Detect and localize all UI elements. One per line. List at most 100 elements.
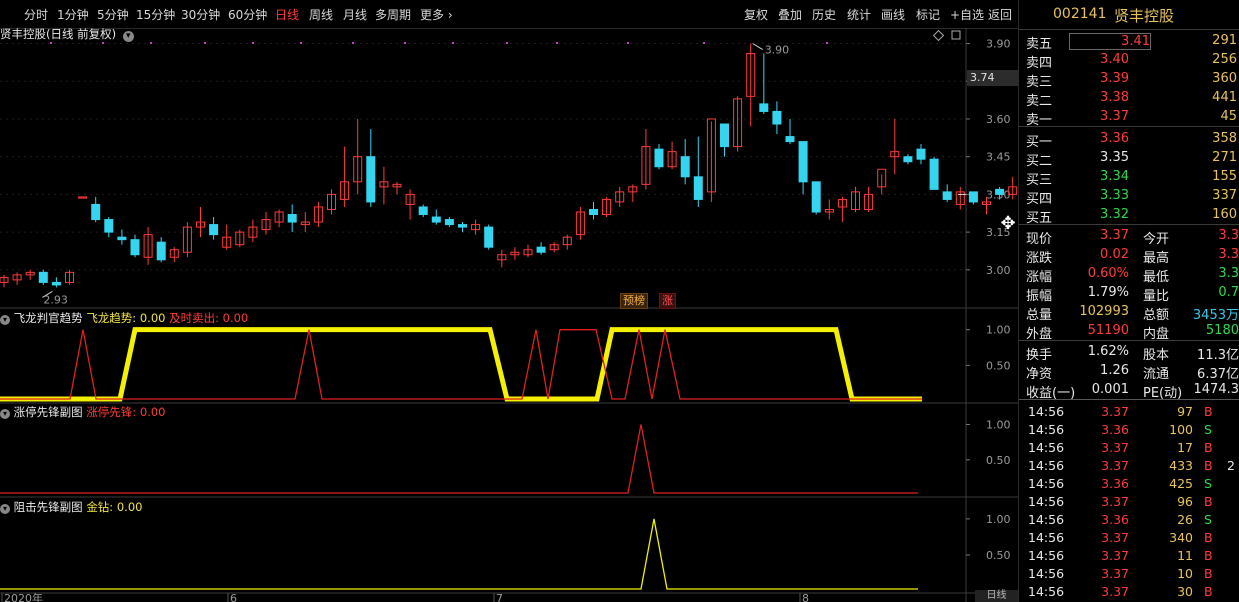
candle-body <box>693 176 703 200</box>
tick-row: 14:56 3.36 100 S <box>1019 421 1239 439</box>
stat-label: 量比 <box>1143 289 1170 304</box>
main-chart-title-text: 贤丰控股(日线 前复权) <box>0 27 117 41</box>
candle-body <box>654 148 664 168</box>
stat-value: 3.3 <box>1218 247 1239 262</box>
tick-price: 3.37 <box>1101 566 1129 581</box>
period-tab-10[interactable]: 更多 › <box>420 6 453 23</box>
tick-row: 14:56 3.36 425 S <box>1019 475 1239 493</box>
candle-body <box>942 191 952 200</box>
period-tab-2[interactable]: 5分钟 <box>97 6 129 23</box>
tick-price: 3.37 <box>1101 494 1129 509</box>
tick-side: S <box>1204 512 1212 527</box>
candle-body <box>418 206 428 216</box>
tick-time: 14:56 <box>1028 458 1065 473</box>
tick-time: 14:56 <box>1028 440 1065 455</box>
chevron-down-icon[interactable]: ▾ <box>0 315 10 325</box>
stat-label: 外盘 <box>1026 327 1053 342</box>
signal-dot <box>252 42 254 44</box>
tick-volume: 10 <box>1177 566 1193 581</box>
chevron-down-icon[interactable]: ▾ <box>0 409 10 419</box>
toolbar-action-7[interactable]: 返回 <box>988 6 1012 23</box>
candle-body <box>903 156 913 163</box>
stat-value: 1.62% <box>1087 344 1129 359</box>
stat-value: 11.3亿 <box>1197 348 1239 363</box>
ask-volume: 256 <box>1212 52 1237 67</box>
high-label: 3.90 <box>765 44 790 57</box>
stat2-row: 收益(一) 0.001 PE(动) 1474.3 <box>1019 381 1239 401</box>
tick-row: 14:56 3.36 26 S <box>1019 511 1239 529</box>
date-label: 6 <box>230 592 237 602</box>
signal-dot <box>556 42 558 44</box>
ask-volume: 45 <box>1220 109 1237 124</box>
tick-row: 14:56 3.37 10 B <box>1019 565 1239 583</box>
panel3-name: 阻击先锋副图 <box>13 500 83 514</box>
tick-volume: 30 <box>1177 584 1193 599</box>
candle-body <box>91 203 101 221</box>
low-label: 2.93 <box>43 293 68 306</box>
stat-value: 0.001 <box>1091 382 1129 397</box>
toolbar-action-1[interactable]: 叠加 <box>778 6 802 23</box>
tick-price: 3.37 <box>1101 404 1129 419</box>
bid-label: 买二 <box>1026 154 1053 169</box>
tick-side: B <box>1204 494 1213 509</box>
period-tab-8[interactable]: 月线 <box>343 6 367 23</box>
period-tab-9[interactable]: 多周期 <box>375 6 411 23</box>
ask-label: 卖二 <box>1026 94 1053 109</box>
stat-row: 总量 102993 总额 3453万 <box>1019 303 1239 323</box>
bid-label: 买四 <box>1026 192 1053 207</box>
toolbar-action-6[interactable]: +自选 <box>950 6 984 23</box>
tick-row: 14:56 3.37 97 B <box>1019 403 1239 421</box>
toolbar-action-0[interactable]: 复权 <box>744 6 768 23</box>
candle-body <box>785 136 795 143</box>
signal-dot <box>150 42 152 44</box>
candle-body <box>130 239 140 256</box>
stat-value: 1.26 <box>1100 363 1129 378</box>
stat-value: 6.37亿 <box>1197 367 1239 382</box>
tick-volume: 96 <box>1177 494 1193 509</box>
period-tab-1[interactable]: 1分钟 <box>57 6 89 23</box>
period-tab-0[interactable]: 分时 <box>24 6 48 23</box>
bid-row: 买一 3.36 358 <box>1019 130 1239 150</box>
stat-label: PE(动) <box>1143 386 1183 401</box>
main-chart-title: 贤丰控股(日线 前复权) ▾ <box>0 26 134 42</box>
tick-row: 14:56 3.37 433 B 2 <box>1019 457 1239 475</box>
panel1-title: ▾ 飞龙判官趋势 飞龙趋势: 0.00 及时卖出: 0.00 <box>0 310 248 326</box>
toolbar-action-3[interactable]: 统计 <box>847 6 871 23</box>
price-axis-label: 3.90 <box>986 38 1011 51</box>
stat-value: 3.3 <box>1218 228 1239 243</box>
period-tab-3[interactable]: 15分钟 <box>136 6 175 23</box>
candle-body <box>968 191 978 203</box>
period-tab-6[interactable]: 日线 <box>275 6 299 23</box>
stat-value: 0.02 <box>1100 247 1129 262</box>
candle-body <box>156 241 166 261</box>
tick-price: 3.36 <box>1101 422 1129 437</box>
period-tab-5[interactable]: 60分钟 <box>228 6 267 23</box>
chevron-down-icon[interactable]: ▾ <box>0 504 10 514</box>
chevron-down-icon[interactable]: ▾ <box>122 31 134 42</box>
bid-price: 3.33 <box>1100 188 1129 203</box>
ask-row: 卖一 3.37 45 <box>1019 108 1239 128</box>
tick-time: 14:56 <box>1028 422 1065 437</box>
bid-price: 3.34 <box>1100 169 1129 184</box>
stock-code: 002141 <box>1053 6 1107 22</box>
period-tab-4[interactable]: 30分钟 <box>181 6 220 23</box>
period-tab-7[interactable]: 周线 <box>309 6 333 23</box>
current-price-tag: 3.74 <box>967 70 1020 86</box>
stat-value: 0.60% <box>1087 266 1129 281</box>
panel2-series1-label: 涨停先锋: 0.00 <box>86 405 166 419</box>
candle-body <box>38 271 48 283</box>
toolbar-action-2[interactable]: 历史 <box>812 6 836 23</box>
candle-body <box>798 141 808 183</box>
tick-price: 3.36 <box>1101 512 1129 527</box>
tick-volume: 11 <box>1177 548 1193 563</box>
toolbar-action-4[interactable]: 画线 <box>881 6 905 23</box>
stat-label: 股本 <box>1143 348 1170 363</box>
stat-row: 涨幅 0.60% 最低 3.3 <box>1019 265 1239 285</box>
stat-value: 3.3 <box>1218 266 1239 281</box>
tick-time: 14:56 <box>1028 548 1065 563</box>
tick-time: 14:56 <box>1028 404 1065 419</box>
tick-side: B <box>1204 566 1213 581</box>
bottom-period-tab[interactable]: 日线 <box>975 590 1018 602</box>
candle-body <box>720 123 729 148</box>
toolbar-action-5[interactable]: 标记 <box>916 6 940 23</box>
